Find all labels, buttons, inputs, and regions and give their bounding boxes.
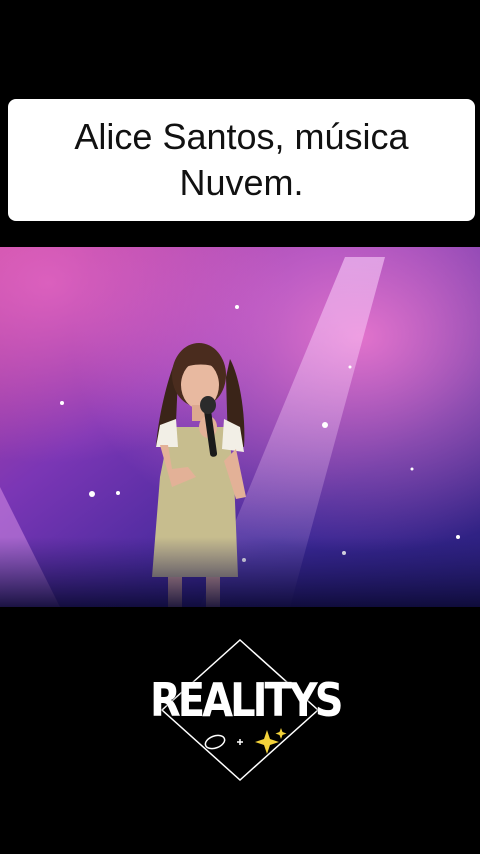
caption-line-2: Nuvem. [179,162,304,203]
caption-line-1: Alice Santos, música [74,116,409,157]
logo-text: REALITYS [150,674,344,728]
stage-scene [0,247,480,607]
realitys-logo: REALITYS [150,638,344,782]
caption-box: Alice Santos, música Nuvem. [8,99,475,221]
sparkles-icon [204,728,287,754]
video-frame[interactable] [0,247,480,607]
